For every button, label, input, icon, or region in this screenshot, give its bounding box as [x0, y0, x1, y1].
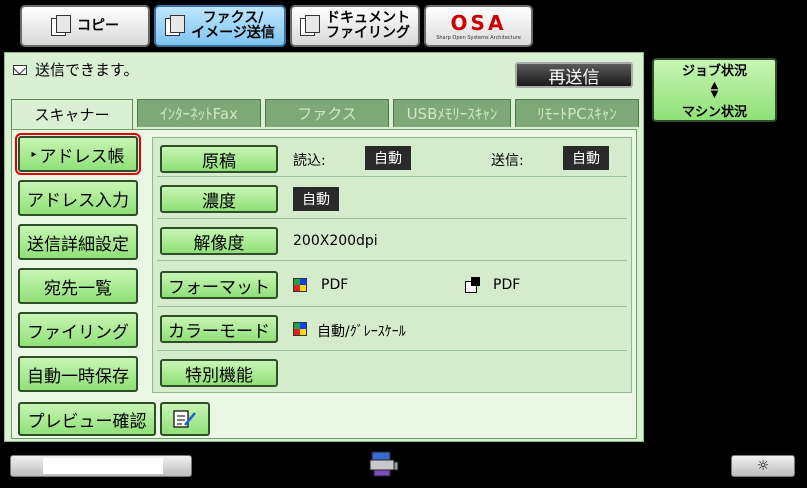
mono-format-value: PDF — [493, 277, 521, 293]
read-size-label: 読込: — [293, 153, 326, 169]
main-panel: 送信できます。 再送信 スキャナー ｲﾝﾀｰﾈｯﾄFax ファクス USBﾒﾓﾘ… — [4, 52, 644, 442]
mode-copy-label: コピー — [77, 17, 119, 34]
destination-list-button[interactable]: 宛先一覧 — [18, 268, 138, 304]
machine-status-label: マシン状況 — [681, 105, 747, 120]
send-size-value: 自動 — [563, 146, 609, 170]
tab-usb-memory-scan[interactable]: USBﾒﾓﾘｰｽｷｬﾝ — [393, 99, 511, 127]
status-row: 送信できます。 — [13, 59, 139, 80]
mode-copy-button[interactable]: コピー — [20, 5, 150, 47]
address-book-button[interactable]: ▸ アドレス帳 — [15, 133, 141, 175]
address-book-label: アドレス帳 — [39, 146, 125, 167]
system-info-bar[interactable] — [10, 455, 192, 477]
tab-internet-fax[interactable]: ｲﾝﾀｰﾈｯﾄFax — [137, 99, 261, 127]
job-status-button[interactable]: ジョブ状況 ▲ ▼ マシン状況 — [652, 58, 777, 122]
selected-marker: ▸ — [31, 148, 37, 160]
osa-logo-subtext: Sharp Open Systems Architecture — [436, 35, 521, 41]
mode-fax-image-send-button[interactable]: ファクス/ イメージ送信 — [154, 5, 286, 47]
brightness-icon: ☼ — [756, 458, 770, 474]
special-modes-button[interactable]: 特別機能 — [160, 359, 278, 387]
printer-icon — [369, 451, 399, 477]
color-mode-button[interactable]: カラーモード — [160, 315, 278, 343]
tab-scanner[interactable]: スキャナー — [11, 99, 133, 129]
read-size-value: 自動 — [365, 146, 411, 170]
fax-image-send-icon — [165, 15, 186, 37]
divider — [157, 350, 627, 351]
original-button[interactable]: 原稿 — [160, 145, 278, 173]
resolution-button[interactable]: 解像度 — [160, 227, 278, 255]
preview-button[interactable]: プレビュー確認 — [18, 402, 156, 436]
edit-shortcut-button[interactable] — [160, 402, 210, 436]
divider — [157, 306, 627, 307]
osa-logo-text: OSA — [450, 11, 507, 35]
mode-fax-image-send-label: ファクス/ イメージ送信 — [191, 10, 275, 41]
mono-format-icon — [465, 277, 481, 293]
divider — [157, 218, 627, 219]
density-button[interactable]: 濃度 — [160, 185, 278, 213]
mode-document-filing-button[interactable]: ドキュメント ファイリング — [290, 5, 420, 47]
tab-fax[interactable]: ファクス — [265, 99, 389, 127]
job-status-label: ジョブ状況 — [681, 64, 747, 79]
color-mode-value: 自動/ｸﾞﾚｰｽｹｰﾙ — [317, 324, 406, 340]
status-message: 送信できます。 — [35, 61, 139, 79]
divider — [157, 260, 627, 261]
toggle-arrows-icon: ▲ ▼ — [710, 80, 719, 100]
auto-temp-save-button[interactable]: 自動一時保存 — [18, 356, 138, 392]
settings-area: 原稿 読込: 自動 送信: 自動 濃度 自動 解像度 200X200dpi フォ… — [152, 137, 632, 393]
resend-button[interactable]: 再送信 — [515, 62, 633, 88]
info-field — [43, 458, 163, 474]
send-size-label: 送信: — [491, 153, 524, 169]
machine-icon[interactable] — [366, 450, 400, 480]
mail-icon — [13, 64, 27, 75]
filing-button[interactable]: ファイリング — [18, 312, 138, 348]
address-entry-button[interactable]: アドレス入力 — [18, 180, 138, 216]
color-format-value: PDF — [321, 277, 349, 293]
color-mode-icon — [293, 322, 307, 336]
color-format-icon — [293, 278, 307, 292]
send-settings-button[interactable]: 送信詳細設定 — [18, 224, 138, 260]
divider — [157, 176, 627, 177]
copy-icon — [51, 15, 71, 37]
edit-icon — [173, 410, 196, 428]
osa-logo-button[interactable]: OSA Sharp Open Systems Architecture — [424, 5, 533, 47]
resolution-value: 200X200dpi — [293, 233, 378, 249]
document-filing-icon — [300, 15, 320, 37]
density-value: 自動 — [293, 187, 339, 211]
mode-document-filing-label: ドキュメント ファイリング — [326, 10, 410, 41]
scanner-tab-body: ▸ アドレス帳 アドレス入力 送信詳細設定 宛先一覧 ファイリング 自動一時保存… — [11, 129, 637, 439]
brightness-button[interactable]: ☼ — [731, 455, 795, 477]
tab-remote-pc-scan[interactable]: ﾘﾓｰﾄPCｽｷｬﾝ — [515, 99, 639, 127]
format-button[interactable]: フォーマット — [160, 271, 278, 299]
